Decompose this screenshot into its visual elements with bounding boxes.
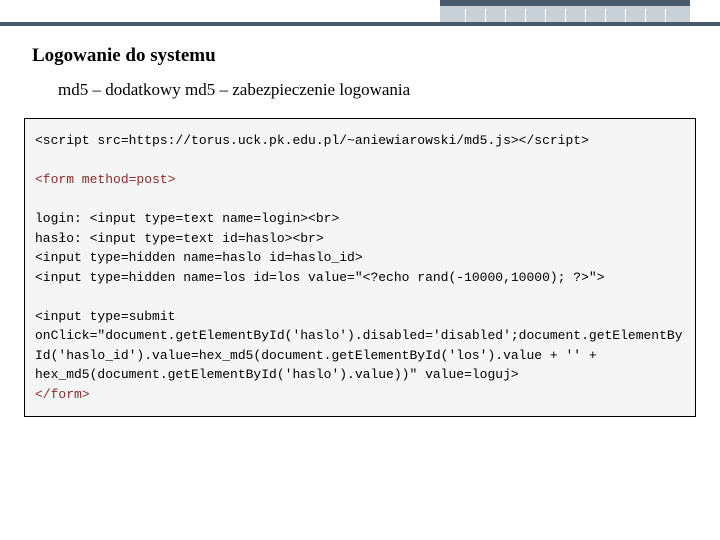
code-line: hasło: <input type=text id=haslo><br> — [35, 231, 324, 246]
page-subtitle: md5 – dodatkowy md5 – zabezpieczenie log… — [58, 80, 410, 100]
code-line: <input type=submit — [35, 309, 175, 324]
code-line: login: <input type=text name=login><br> — [35, 211, 339, 226]
code-line: <input type=hidden name=haslo id=haslo_i… — [35, 250, 363, 265]
code-line: onClick="document.getElementById('haslo'… — [35, 328, 683, 382]
code-block: <script src=https://torus.uck.pk.edu.pl/… — [24, 118, 696, 417]
page-title: Logowanie do systemu — [32, 45, 216, 67]
code-form-close: </form> — [35, 387, 90, 402]
header-decoration — [440, 0, 690, 22]
code-form-open: <form method=post> — [35, 172, 175, 187]
code-line: <input type=hidden name=los id=los value… — [35, 270, 605, 285]
header-bar — [0, 22, 720, 26]
code-line: <script src=https://torus.uck.pk.edu.pl/… — [35, 133, 589, 148]
